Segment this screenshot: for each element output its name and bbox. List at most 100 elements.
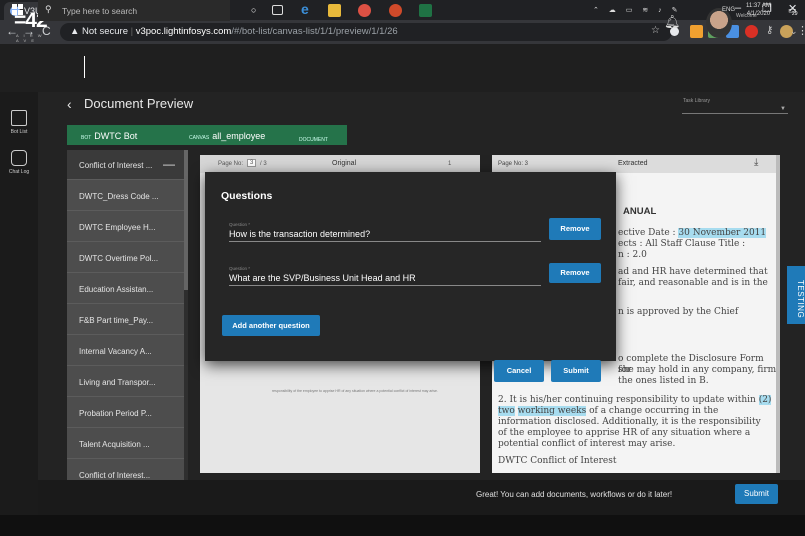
notification-count: 29 <box>792 11 798 17</box>
question-2-label: Question * <box>229 266 251 271</box>
taskbar-clock[interactable]: 11:37 AM 4/1/2020 <box>746 2 771 18</box>
breadcrumb: BOT DWTC Bot CANVAS all_employee DOCUMENT <box>67 125 347 145</box>
extracted-line-1: ective Date : 30 November 2011 <box>618 228 767 238</box>
list-scrollbar-thumb[interactable] <box>184 150 188 290</box>
extracted-pane-title: Extracted <box>618 160 648 167</box>
document-list: Conflict of Interest ... — DWTC_Dress Cod… <box>67 150 184 480</box>
submit-button[interactable]: Submit <box>735 484 778 504</box>
collapse-icon[interactable]: — <box>163 157 175 171</box>
list-item[interactable]: Education Assistan... <box>67 274 184 304</box>
header-divider <box>84 56 85 78</box>
original-pane-title: Original <box>332 160 357 167</box>
extracted-heading: ANUAL <box>623 206 657 217</box>
extension-orange-icon[interactable] <box>690 25 703 38</box>
remove-question-2-button[interactable]: Remove <box>549 263 601 283</box>
modal-submit-button[interactable]: Submit <box>551 360 601 382</box>
extracted-scrollbar[interactable] <box>776 155 780 473</box>
task-library-caret-icon[interactable]: ▼ <box>780 106 786 112</box>
download-icon[interactable]: ⤓ <box>754 157 758 168</box>
rail-bot-list[interactable]: Bot List <box>0 110 38 135</box>
list-item[interactable]: Probation Period P... <box>67 398 184 428</box>
status-message: Great! You can add documents, workflows … <box>476 490 673 499</box>
add-question-button[interactable]: Add another question <box>222 315 320 336</box>
back-chevron-icon[interactable]: ‹ <box>67 96 72 112</box>
extracted-page-label: Page No: 3 <box>498 161 529 167</box>
excel-icon[interactable] <box>419 4 432 17</box>
extracted-line-2: ects : All Staff Clause Title : <box>618 239 746 249</box>
language-indicator[interactable]: ENG <box>722 7 735 13</box>
original-pane-header: Page No: 3 / 3 Original 1 <box>200 155 480 173</box>
list-item[interactable]: DWTC_Dress Code ... <box>67 181 184 211</box>
question-1-input[interactable] <box>229 229 541 242</box>
search-icon: ⚲ <box>45 4 52 14</box>
list-item[interactable]: DWTC Employee H... <box>67 212 184 242</box>
list-item[interactable]: Talent Acquisition ... <box>67 429 184 459</box>
key-icon[interactable]: ⚷ <box>766 25 773 36</box>
page-number-label: Page No: <box>218 161 244 167</box>
extracted-line-9: the ones listed in B. <box>618 376 709 386</box>
original-footer-text: responsibility of the employee to appris… <box>272 389 438 393</box>
powerpoint-icon[interactable] <box>389 4 402 17</box>
extracted-line-4: ad and HR have determined that <box>618 267 768 277</box>
url-path: /#/bot-list/canvas-list/1/1/preview/1/1/… <box>231 26 398 37</box>
list-item[interactable]: Conflict of Interest... <box>67 460 184 480</box>
question-2-input[interactable] <box>229 273 541 286</box>
rail-bot-list-label: Bot List <box>10 129 28 135</box>
task-library-label: Task Library <box>683 98 710 104</box>
list-item[interactable]: DWTC Overtime Pol... <box>67 243 184 273</box>
crumb-bot-label: BOT <box>81 135 92 141</box>
browser-menu-icon[interactable]: ⋮ <box>797 24 805 37</box>
extracted-paragraph: 2. It is his/her continuing responsibili… <box>498 395 772 449</box>
clock-date: 4/1/2020 <box>746 11 771 17</box>
edge-icon[interactable]: e <box>301 1 309 17</box>
page-number-input[interactable]: 3 <box>247 159 257 167</box>
notification-bell-icon[interactable]: 🔔︎ <box>664 14 681 30</box>
task-view-icon[interactable] <box>272 5 283 15</box>
logo-subtext: A I R W A V E <box>16 33 44 43</box>
windows-start-icon[interactable] <box>12 4 24 16</box>
clipboard-icon <box>11 110 27 126</box>
extracted-footer: DWTC Conflict of Interest <box>498 456 617 466</box>
list-item[interactable]: Living and Transpor... <box>67 367 184 397</box>
taskbar-search-input[interactable]: Type here to search <box>38 0 230 21</box>
user-menu-chevron-icon[interactable]: ⌄ <box>790 26 798 37</box>
crumb-canvas-label: CANVAS <box>189 135 210 141</box>
bookmark-star-icon[interactable]: ☆ <box>651 25 660 36</box>
url-field[interactable]: ▲ Not secure | v3poc.lightinfosys.com/#/… <box>60 23 672 41</box>
cancel-button[interactable]: Cancel <box>494 360 544 382</box>
remove-question-1-button[interactable]: Remove <box>549 218 601 240</box>
crumb-canvas[interactable]: CANVAS all_employee <box>189 131 265 141</box>
extracted-line-8: she may hold in any company, firm <box>618 365 777 375</box>
extracted-line-5: fair, and reasonable and is in the <box>618 278 768 288</box>
modal-title: Questions <box>221 190 273 202</box>
windows-taskbar <box>0 515 805 536</box>
system-tray-icons[interactable]: ⌃ ☁ ▭ ≋ ♪ ✎ <box>593 6 681 14</box>
address-bar: ← → C ▲ Not secure | v3poc.lightinfosys.… <box>0 20 805 44</box>
rail-chat-log-label: Chat Log <box>8 169 30 175</box>
extension-red-icon[interactable] <box>745 25 758 38</box>
rail-chat-log[interactable]: Chat Log <box>0 150 38 175</box>
chrome-icon[interactable] <box>358 4 371 17</box>
task-library-select[interactable] <box>682 113 788 114</box>
list-item[interactable]: F&B Part time_Pay... <box>67 305 184 335</box>
list-item[interactable]: Conflict of Interest ... — <box>67 150 184 180</box>
chat-icon <box>11 150 27 166</box>
clock-time: 11:37 AM <box>746 3 771 9</box>
zoom-value[interactable]: 1 <box>448 161 451 167</box>
crumb-document-label: DOCUMENT <box>299 137 328 143</box>
page-title: Document Preview <box>84 96 194 111</box>
extracted-line-3: n : 2.0 <box>618 250 647 260</box>
url-host: v3poc.lightinfosys.com <box>135 26 232 37</box>
crumb-bot[interactable]: BOT DWTC Bot <box>81 131 137 141</box>
not-secure-label: ▲ Not secure <box>70 26 128 37</box>
bottom-bar <box>38 480 805 515</box>
crumb-bot-value: DWTC Bot <box>94 131 138 141</box>
question-1-label: Question * <box>229 222 251 227</box>
testing-tab[interactable]: TESTING <box>787 266 805 324</box>
extracted-line-6: n is approved by the Chief <box>618 307 739 317</box>
crumb-document[interactable]: DOCUMENT <box>299 133 331 143</box>
crumb-canvas-value: all_employee <box>212 131 266 141</box>
cortana-icon[interactable]: ○ <box>251 5 256 15</box>
file-explorer-icon[interactable] <box>328 4 341 17</box>
list-item[interactable]: Internal Vacancy A... <box>67 336 184 366</box>
